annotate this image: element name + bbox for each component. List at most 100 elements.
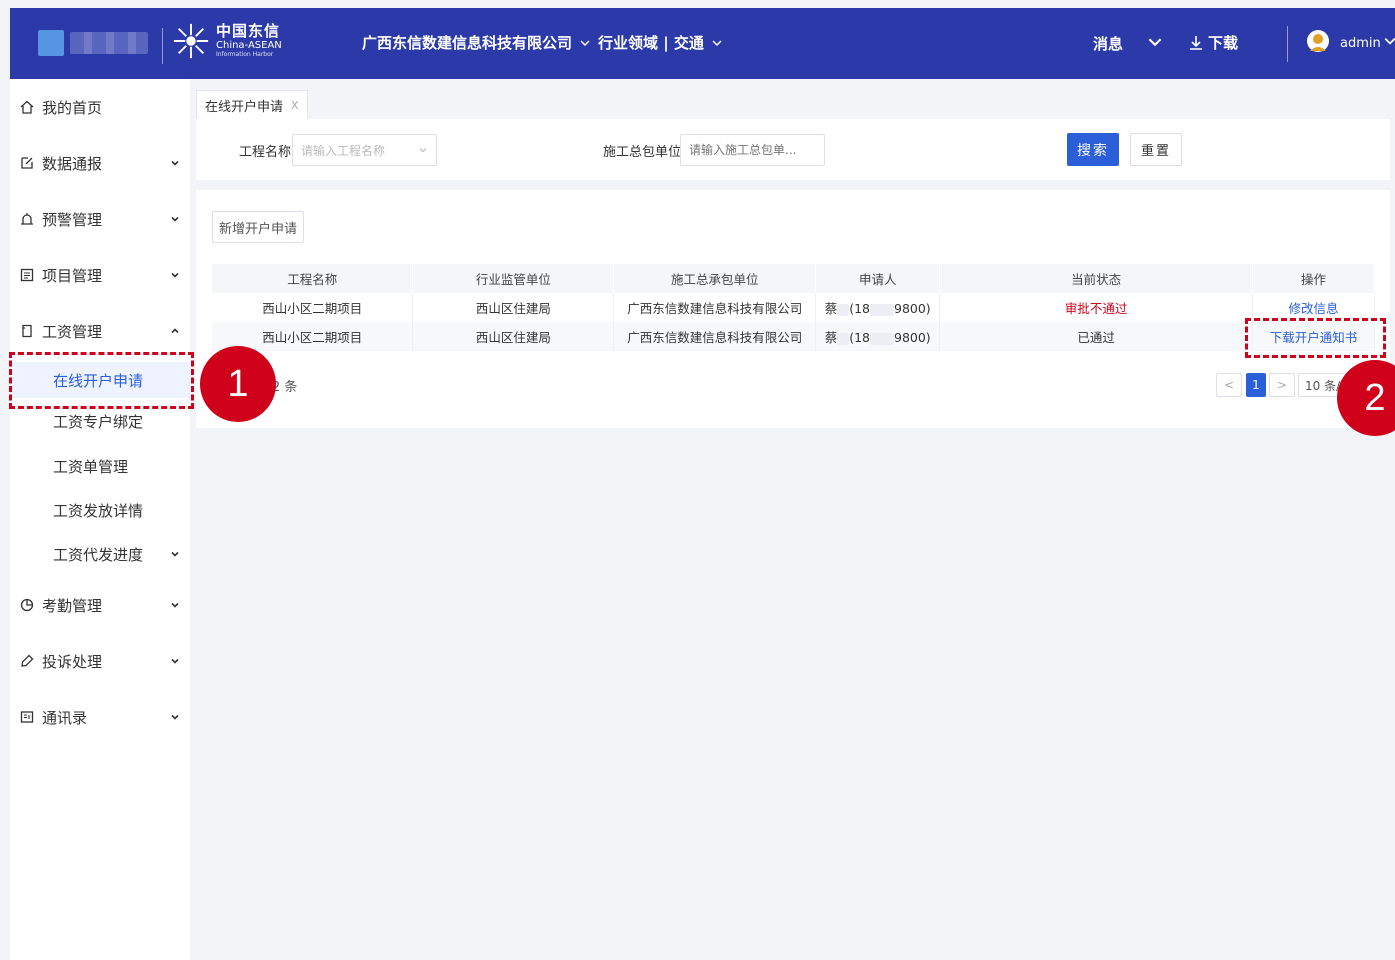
column-header: 操作 <box>1252 264 1375 293</box>
complaint-icon <box>21 654 34 667</box>
header-divider <box>1287 26 1288 62</box>
contacts-icon <box>20 711 34 723</box>
sidebar-item-complaints[interactable]: 投诉处理 <box>10 641 190 681</box>
sidebar-item-data-report[interactable]: 数据通报 <box>10 143 190 183</box>
chevron-down-icon[interactable] <box>1148 35 1162 49</box>
annotation-badge-1: 1 <box>200 346 276 422</box>
sidebar-item-contacts[interactable]: 通讯录 <box>10 697 190 737</box>
tab-bar: 在线开户申请 X <box>190 79 1395 119</box>
sidebar-item-attendance[interactable]: 考勤管理 <box>10 585 190 625</box>
project-name-placeholder: 请输入工程名称 <box>301 143 386 158</box>
sidebar-item-label: 我的首页 <box>42 98 103 117</box>
sidebar-item-label: 工资发放详情 <box>53 501 144 520</box>
column-header: 行业监管单位 <box>412 264 615 293</box>
table-row: 西山小区二期项目 西山区住建局 广西东信数建信息科技有限公司 蔡 (18 9800)… <box>212 293 1375 322</box>
pagination-current-page[interactable]: 1 <box>1246 373 1266 397</box>
sidebar-item-payment-details[interactable]: 工资发放详情 <box>10 492 190 528</box>
redaction-mask <box>870 303 894 316</box>
column-header: 申请人 <box>815 264 941 293</box>
status-badge: 审批不通过 <box>939 293 1254 322</box>
applicant-phone-prefix: (18 <box>849 301 870 316</box>
applicant-name: 蔡 <box>824 330 838 345</box>
chevron-down-icon <box>171 272 179 278</box>
wallet-icon <box>22 324 32 338</box>
project-name-select[interactable]: 请输入工程名称 <box>292 134 437 166</box>
annotation-highlight-2 <box>1245 318 1386 358</box>
cell-applicant: 蔡 (18 9800) <box>815 293 941 322</box>
column-header: 工程名称 <box>212 264 414 293</box>
list-icon <box>20 268 34 282</box>
sidebar-item-wages[interactable]: 工资管理 <box>10 311 190 351</box>
pie-chart-icon <box>20 598 34 612</box>
sidebar: 我的首页 数据通报 预警管理 项目管理 工资管理 在线开户申请 工资专户绑定 工… <box>10 79 190 960</box>
chevron-down-icon <box>171 658 179 664</box>
applicant-phone-prefix: (18 <box>849 330 870 345</box>
applications-table: 工程名称 行业监管单位 施工总承包单位 申请人 当前状态 操作 西山小区二期项目… <box>212 264 1375 351</box>
messages-link[interactable]: 消息 <box>1093 33 1123 54</box>
sidebar-item-label: 通讯录 <box>42 708 88 727</box>
search-panel: 工程名称 请输入工程名称 施工总包单位 搜索 重置 <box>196 119 1390 180</box>
cell-regulator: 西山区住建局 <box>412 293 615 322</box>
column-header: 当前状态 <box>939 264 1254 293</box>
logo-wordmark <box>70 32 148 54</box>
sidebar-item-label: 工资专户绑定 <box>53 412 144 431</box>
chevron-down-icon <box>712 39 722 46</box>
sidebar-item-projects[interactable]: 项目管理 <box>10 255 190 295</box>
sidebar-item-label: 工资代发进度 <box>53 545 144 564</box>
company-selector[interactable]: 广西东信数建信息科技有限公司 <box>362 32 590 53</box>
download-link[interactable]: 下载 <box>1188 32 1238 53</box>
download-label: 下载 <box>1208 34 1239 52</box>
pagination-prev-button[interactable]: < <box>1216 373 1242 397</box>
reset-button[interactable]: 重置 <box>1130 133 1182 166</box>
cell-regulator: 西山区住建局 <box>412 322 615 351</box>
alarm-icon <box>21 213 33 225</box>
sidebar-item-label: 工资管理 <box>42 322 103 341</box>
chevron-down-icon <box>171 551 179 557</box>
sidebar-item-alerts[interactable]: 预警管理 <box>10 199 190 239</box>
status-badge: 已通过 <box>939 322 1254 351</box>
annotation-highlight-1 <box>9 352 194 409</box>
user-avatar-icon[interactable] <box>1306 29 1330 57</box>
brand-flower-icon <box>173 23 209 59</box>
contractor-input[interactable] <box>680 134 825 166</box>
domain-label: 行业领域 | 交通 <box>598 34 704 52</box>
add-application-button[interactable]: 新增开户申请 <box>212 211 304 243</box>
brand-name-en: China-ASEAN <box>216 40 282 51</box>
logo-mark-icon <box>38 30 64 56</box>
sidebar-item-label: 项目管理 <box>42 266 103 285</box>
chevron-down-icon <box>171 216 179 222</box>
chevron-down-icon <box>580 39 590 46</box>
sidebar-item-payment-progress[interactable]: 工资代发进度 <box>10 536 190 572</box>
sidebar-item-label: 数据通报 <box>42 154 103 173</box>
list-panel: 新增开户申请 工程名称 行业监管单位 施工总承包单位 申请人 当前状态 操作 西… <box>196 190 1390 428</box>
username[interactable]: admin <box>1340 36 1381 51</box>
sidebar-item-label: 预警管理 <box>42 210 103 229</box>
brand-logo: 中国东信 China-ASEAN Information Harbor <box>172 22 282 60</box>
cell-project: 西山小区二期项目 <box>212 293 414 322</box>
close-icon[interactable]: X <box>291 99 299 112</box>
cell-contractor: 广西东信数建信息科技有限公司 <box>613 322 817 351</box>
home-icon <box>20 100 34 114</box>
brand-name-cn: 中国东信 <box>216 22 281 40</box>
brand-subtitle: Information Harbor <box>216 51 274 58</box>
domain-selector[interactable]: 行业领域 | 交通 <box>598 32 722 53</box>
sidebar-item-label: 工资单管理 <box>53 457 129 476</box>
tab-online-account-application[interactable]: 在线开户申请 X <box>196 90 308 119</box>
pagination-next-button[interactable]: > <box>1269 373 1295 397</box>
chevron-down-icon[interactable] <box>1384 35 1395 47</box>
applicant-phone-suffix: 9800) <box>894 301 931 316</box>
contractor-label: 施工总包单位 <box>603 145 682 160</box>
tab-label: 在线开户申请 <box>205 99 284 115</box>
redaction-mask <box>870 332 894 345</box>
search-button[interactable]: 搜索 <box>1067 133 1119 166</box>
top-header: 中国东信 China-ASEAN Information Harbor 广西东信… <box>10 8 1395 79</box>
applicant-name: 蔡 <box>824 301 838 316</box>
sidebar-item-home[interactable]: 我的首页 <box>10 87 190 127</box>
column-header: 施工总承包单位 <box>613 264 817 293</box>
header-divider <box>162 28 163 64</box>
chevron-down-icon <box>171 160 179 166</box>
chevron-down-icon <box>171 714 179 720</box>
cell-applicant: 蔡 (18 9800) <box>815 322 941 351</box>
sidebar-item-payroll-management[interactable]: 工资单管理 <box>10 448 190 484</box>
redaction-mask <box>837 303 850 316</box>
